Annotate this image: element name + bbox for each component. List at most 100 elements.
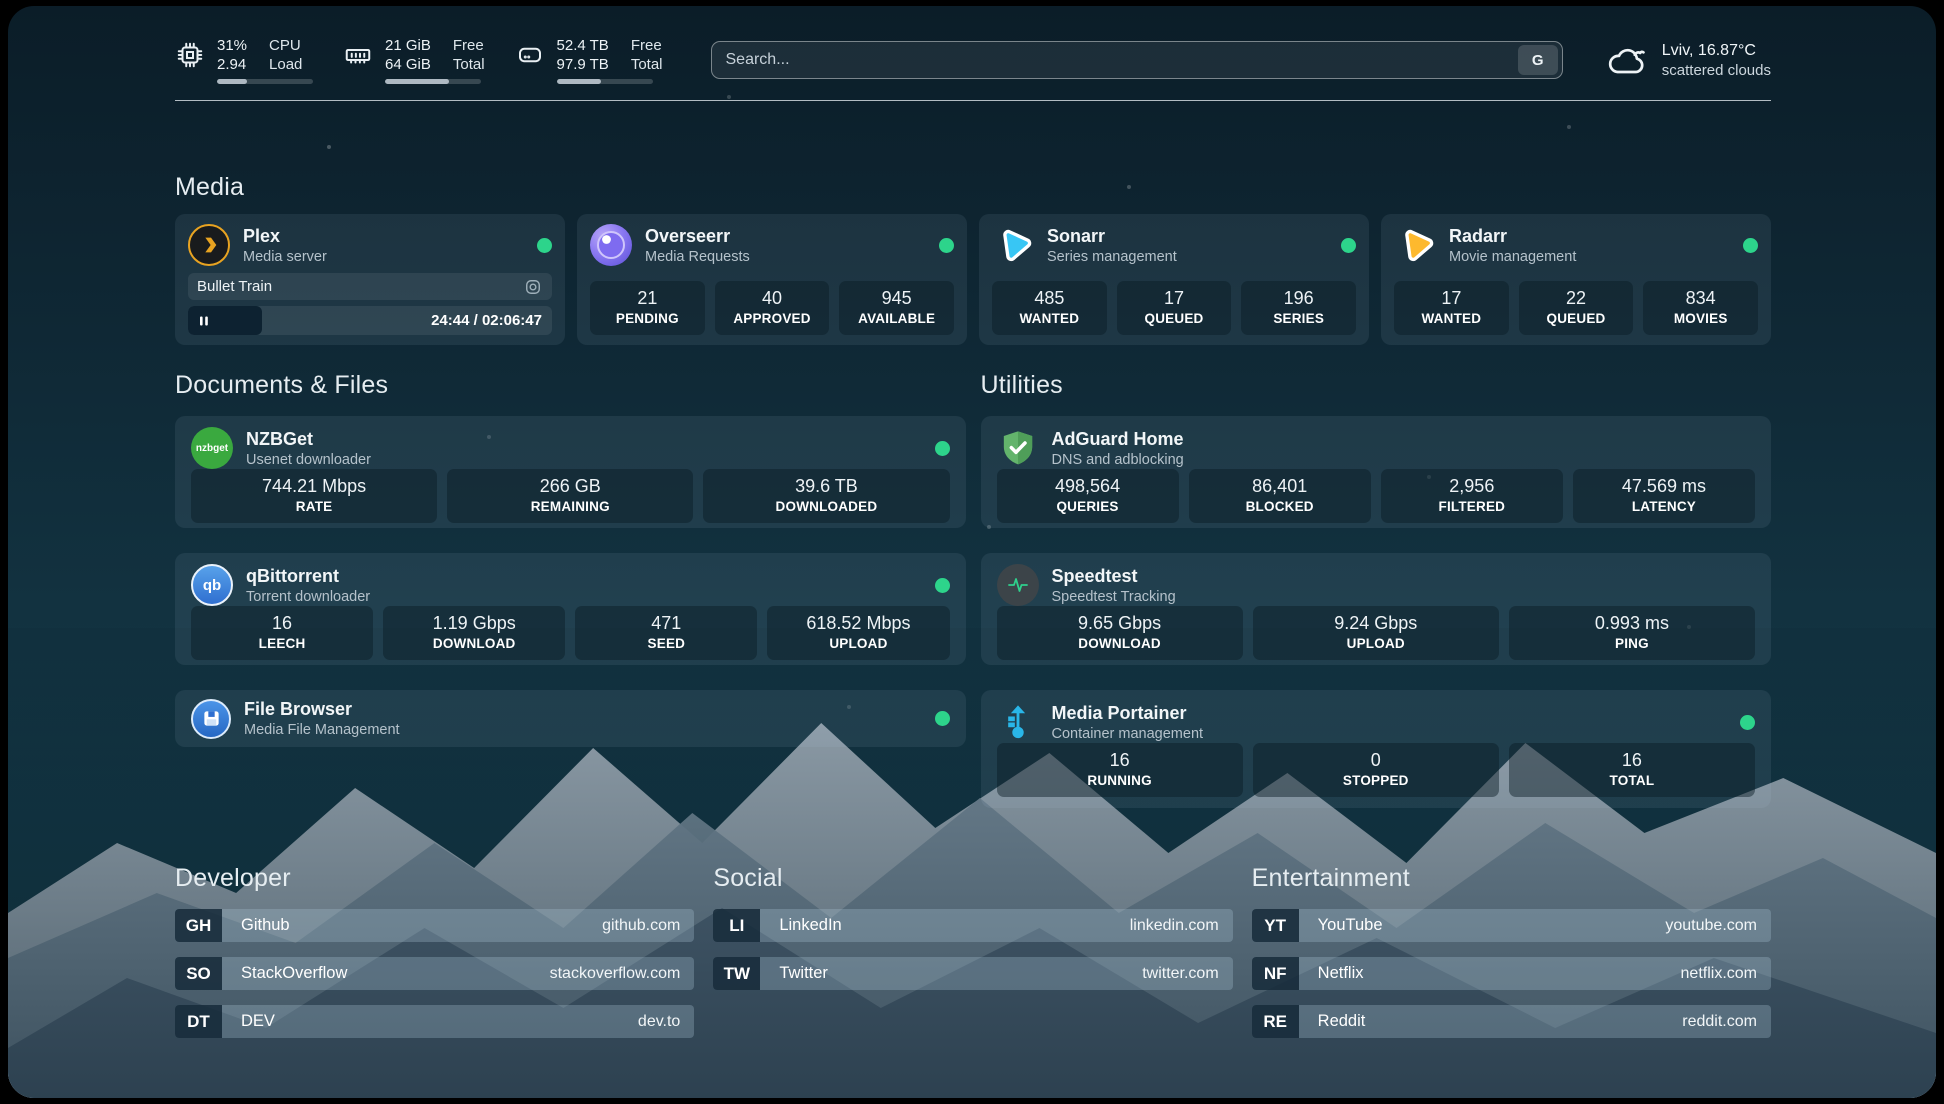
playback-bar[interactable]: 24:44 / 02:06:47	[188, 306, 552, 335]
social-links-section: Social LI LinkedIn linkedin.com TW Twitt…	[713, 864, 1232, 1038]
card-portainer[interactable]: Media Portainer Container management 16 …	[981, 690, 1772, 808]
link-abbr: RE	[1252, 1005, 1299, 1038]
link-stackoverflow[interactable]: SO StackOverflow stackoverflow.com	[175, 957, 694, 990]
app-title: qBittorrent	[246, 565, 370, 587]
card-plex[interactable]: Plex Media server Bullet Train	[175, 214, 565, 345]
stat-value: 2,956	[1385, 475, 1559, 498]
section-title-developer: Developer	[175, 864, 694, 893]
card-adguard[interactable]: AdGuard Home DNS and adblocking 498,564 …	[981, 416, 1772, 528]
stat-label: FILTERED	[1385, 498, 1559, 515]
app-title: Media Portainer	[1052, 702, 1204, 724]
memory-total-label: Total	[453, 55, 485, 74]
now-playing-title: Bullet Train	[197, 278, 272, 295]
app-subtitle: Media server	[243, 248, 327, 266]
radarr-icon	[1394, 224, 1436, 266]
stat-label: PING	[1513, 635, 1751, 652]
card-filebrowser[interactable]: File Browser Media File Management	[175, 690, 966, 747]
stat-tile: 16 RUNNING	[997, 743, 1243, 797]
stat-tile: 266 GB REMAINING	[447, 469, 693, 523]
app-subtitle: Movie management	[1449, 248, 1576, 266]
search-bar[interactable]: G	[711, 41, 1563, 79]
search-input[interactable]	[726, 51, 1518, 69]
stat-tile: 17 WANTED	[1394, 281, 1509, 335]
link-github[interactable]: GH Github github.com	[175, 909, 694, 942]
section-title-media: Media	[175, 173, 1771, 202]
session-icon	[523, 277, 543, 297]
playback-progress	[188, 306, 262, 335]
link-abbr: DT	[175, 1005, 222, 1038]
stat-label: QUEUED	[1121, 310, 1228, 327]
stat-value: 47.569 ms	[1577, 475, 1751, 498]
link-linkedin[interactable]: LI LinkedIn linkedin.com	[713, 909, 1232, 942]
card-nzbget[interactable]: nzbget NZBGet Usenet downloader 744.21 M…	[175, 416, 966, 528]
stat-label: UPLOAD	[771, 635, 945, 652]
stat-tile: 40 APPROVED	[715, 281, 830, 335]
stat-label: REMAINING	[451, 498, 689, 515]
card-qbittorrent[interactable]: qb qBittorrent Torrent downloader 16	[175, 553, 966, 665]
stat-label: TOTAL	[1513, 772, 1751, 789]
now-playing-row: Bullet Train	[188, 273, 552, 300]
disk-stat-widget: 52.4 TB 97.9 TB Free Total	[515, 36, 663, 84]
link-label: Twitter	[762, 957, 828, 990]
card-speedtest[interactable]: Speedtest Speedtest Tracking 9.65 Gbps D…	[981, 553, 1772, 665]
stat-value: 16	[1513, 749, 1751, 772]
sonarr-icon	[992, 224, 1034, 266]
link-netflix[interactable]: NF Netflix netflix.com	[1252, 957, 1771, 990]
link-youtube[interactable]: YT YouTube youtube.com	[1252, 909, 1771, 942]
app-title: Overseerr	[645, 225, 750, 247]
weather-condition: scattered clouds	[1662, 61, 1771, 80]
stat-value: 17	[1121, 287, 1228, 310]
memory-icon	[343, 40, 373, 70]
stat-value: 40	[719, 287, 826, 310]
disk-progress-fill	[557, 79, 601, 84]
link-url: linkedin.com	[1130, 909, 1233, 942]
link-twitter[interactable]: TW Twitter twitter.com	[713, 957, 1232, 990]
app-subtitle: Media File Management	[244, 721, 400, 739]
link-url: twitter.com	[1142, 957, 1232, 990]
stat-label: WANTED	[996, 310, 1103, 327]
memory-free-value: 21 GiB	[385, 36, 431, 55]
section-title-entertainment: Entertainment	[1252, 864, 1771, 893]
link-abbr: TW	[713, 957, 760, 990]
stat-label: RATE	[195, 498, 433, 515]
stat-value: 22	[1523, 287, 1630, 310]
adguard-icon	[997, 427, 1039, 469]
stat-tile: 471 SEED	[575, 606, 757, 660]
search-engine-button[interactable]: G	[1518, 45, 1558, 75]
top-bar: 31% 2.94 CPU Load	[175, 6, 1771, 84]
stat-tile: 945 AVAILABLE	[839, 281, 954, 335]
card-sonarr[interactable]: Sonarr Series management 485 WANTED 17 Q…	[979, 214, 1369, 345]
memory-progress-fill	[385, 79, 449, 84]
link-abbr: YT	[1252, 909, 1299, 942]
stat-value: 39.6 TB	[707, 475, 945, 498]
playback-time: 24:44 / 02:06:47	[431, 312, 542, 329]
link-reddit[interactable]: RE Reddit reddit.com	[1252, 1005, 1771, 1038]
card-radarr[interactable]: Radarr Movie management 17 WANTED 22 QUE…	[1381, 214, 1771, 345]
card-overseerr[interactable]: Overseerr Media Requests 21 PENDING 40 A…	[577, 214, 967, 345]
link-url: youtube.com	[1665, 909, 1771, 942]
link-label: YouTube	[1301, 909, 1383, 942]
portainer-icon	[997, 701, 1039, 743]
stat-value: 86,401	[1193, 475, 1367, 498]
disk-free-value: 52.4 TB	[557, 36, 609, 55]
stat-value: 9.24 Gbps	[1257, 612, 1495, 635]
app-subtitle: Speedtest Tracking	[1052, 588, 1176, 606]
stat-tile: 17 QUEUED	[1117, 281, 1232, 335]
stat-label: LEECH	[195, 635, 369, 652]
cloud-icon	[1607, 43, 1649, 77]
stat-label: MOVIES	[1647, 310, 1754, 327]
weather-widget: Lviv, 16.87°C scattered clouds	[1607, 41, 1771, 80]
app-title: Radarr	[1449, 225, 1576, 247]
stat-label: PENDING	[594, 310, 701, 327]
stat-tile: 16 TOTAL	[1509, 743, 1755, 797]
link-url: dev.to	[638, 1005, 694, 1038]
status-dot	[939, 238, 954, 253]
status-dot	[935, 441, 950, 456]
stat-value: 196	[1245, 287, 1352, 310]
stat-value: 744.21 Mbps	[195, 475, 433, 498]
status-dot	[935, 711, 950, 726]
stat-tile: 1.19 Gbps DOWNLOAD	[383, 606, 565, 660]
app-title: File Browser	[244, 698, 400, 720]
link-dev[interactable]: DT DEV dev.to	[175, 1005, 694, 1038]
stat-value: 945	[843, 287, 950, 310]
